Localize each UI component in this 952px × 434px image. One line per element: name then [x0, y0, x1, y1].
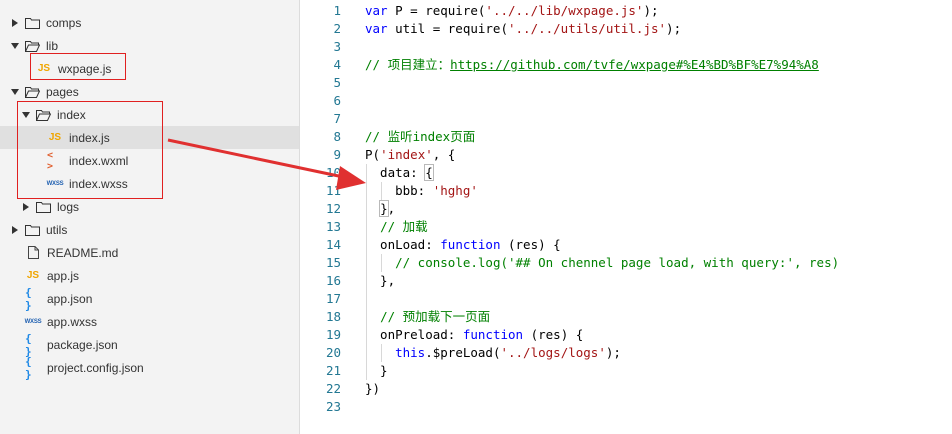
- line-number: 20: [325, 345, 341, 360]
- line-number: 21: [325, 363, 341, 378]
- tree-item-label: lib: [46, 38, 59, 53]
- line-number: 2: [333, 21, 341, 36]
- json-file-icon: { }: [25, 285, 32, 312]
- line-number: 15: [325, 255, 341, 270]
- line-number: 10: [325, 165, 341, 180]
- code-line: onLoad: function (res) {: [365, 237, 561, 252]
- chevron-down-icon[interactable]: [21, 110, 31, 120]
- chevron-right-icon[interactable]: [10, 18, 20, 28]
- js-file-icon: JS: [26, 270, 40, 281]
- json-file-icon: { }: [25, 331, 32, 358]
- line-number: 14: [325, 237, 341, 252]
- js-file-icon: JS: [48, 132, 62, 143]
- tree-item-lib[interactable]: lib: [0, 34, 299, 57]
- line-number: 4: [333, 57, 341, 72]
- tree-item-utils[interactable]: utils: [0, 218, 299, 241]
- line-number: 12: [325, 201, 341, 216]
- line-number: 19: [325, 327, 341, 342]
- tree-item-pages[interactable]: pages: [0, 80, 299, 103]
- tree-item-label: app.js: [47, 268, 80, 283]
- code-line: P('index', {: [365, 147, 456, 162]
- line-number: 7: [333, 111, 341, 126]
- tree-item-label: README.md: [47, 245, 119, 260]
- wxml-file-icon: < >: [47, 149, 54, 172]
- tree-item-label: package.json: [47, 337, 118, 352]
- tree-item-label: comps: [46, 15, 82, 30]
- code-line: },: [379, 200, 396, 217]
- js-file-icon: JS: [37, 63, 51, 74]
- line-number: 5: [333, 75, 341, 90]
- line-number: 18: [325, 309, 341, 324]
- code-line: },: [365, 273, 396, 288]
- tree-item-index-wxss[interactable]: WXSS index.wxss: [0, 172, 299, 195]
- folder-icon: [24, 223, 40, 237]
- code-line: var P = require('../../lib/wxpage.js');: [365, 3, 659, 18]
- github-link[interactable]: https://github.com/tvfe/wxpage#%E4%BD%BF…: [450, 57, 819, 72]
- chevron-down-icon[interactable]: [10, 41, 20, 51]
- code-line: // 加载: [380, 219, 428, 234]
- json-file-icon: { }: [25, 354, 32, 381]
- tree-item-label: logs: [57, 199, 80, 214]
- folder-open-icon: [24, 85, 40, 99]
- tree-item-label: app.wxss: [47, 314, 98, 329]
- tree-item-label: wxpage.js: [58, 61, 112, 76]
- code-line: // console.log('## On chennel page load,…: [395, 255, 840, 270]
- line-number: 11: [325, 183, 341, 198]
- line-number: 6: [333, 93, 341, 108]
- folder-icon: [24, 16, 40, 30]
- tree-item-label: index.wxml: [69, 153, 129, 168]
- code-line: this.$preLoad('../logs/logs');: [395, 345, 621, 360]
- code-line: }: [365, 363, 388, 378]
- tree-item-label: app.json: [47, 291, 93, 306]
- code-line: // 监听index页面: [365, 129, 476, 144]
- tree-item-label: index: [57, 107, 86, 122]
- line-number: 8: [333, 129, 341, 144]
- code-line: var util = require('../../utils/util.js'…: [365, 21, 682, 36]
- code-line: bbb: 'hghg': [365, 183, 478, 198]
- code-line: // 预加载下一页面: [380, 309, 491, 324]
- tree-item-label: pages: [46, 84, 79, 99]
- tree-item-label: index.js: [69, 130, 110, 145]
- tree-item-index-js[interactable]: JS index.js: [0, 126, 299, 149]
- tree-item-package-json[interactable]: { } package.json: [0, 331, 299, 358]
- code-line: data: {: [365, 164, 434, 181]
- tree-item-wxpage-js[interactable]: JS wxpage.js: [0, 57, 299, 80]
- file-explorer: comps lib JS wxpage.js pages index JS in…: [0, 0, 300, 434]
- code-editor[interactable]: 1 2 3 4 5 6 7 8 9 10 11 12 13 14 15 16 1…: [301, 0, 952, 434]
- tree-item-comps[interactable]: comps: [0, 11, 299, 34]
- folder-icon: [35, 200, 51, 214]
- line-number: 17: [325, 291, 341, 306]
- tree-item-label: utils: [46, 222, 68, 237]
- line-number: 23: [325, 399, 341, 414]
- tree-item-label: project.config.json: [47, 360, 144, 375]
- tree-item-label: index.wxss: [69, 176, 128, 191]
- wxss-file-icon: WXSS: [46, 180, 64, 187]
- code-line: // 项目建立：https://github.com/tvfe/wxpage#%…: [365, 57, 819, 72]
- chevron-right-icon[interactable]: [10, 225, 20, 235]
- chevron-down-icon[interactable]: [10, 87, 20, 97]
- tree-item-readme[interactable]: README.md: [0, 241, 299, 264]
- line-number: 1: [333, 3, 341, 18]
- tree-item-app-wxss[interactable]: WXSS app.wxss: [0, 310, 299, 333]
- chevron-right-icon[interactable]: [21, 202, 31, 212]
- tree-item-app-js[interactable]: JS app.js: [0, 264, 299, 287]
- tree-item-index-wxml[interactable]: < > index.wxml: [0, 149, 299, 172]
- folder-open-icon: [35, 108, 51, 122]
- line-number: 13: [325, 219, 341, 234]
- folder-open-icon: [24, 39, 40, 53]
- wxss-file-icon: WXSS: [24, 318, 42, 325]
- file-icon: [25, 246, 41, 260]
- tree-item-app-json[interactable]: { } app.json: [0, 285, 299, 312]
- line-number: 9: [333, 147, 341, 162]
- tree-item-index-folder[interactable]: index: [0, 103, 299, 126]
- code-line: onPreload: function (res) {: [365, 327, 584, 342]
- line-number: 3: [333, 39, 341, 54]
- line-number: 16: [325, 273, 341, 288]
- line-number: 22: [325, 381, 341, 396]
- tree-item-logs[interactable]: logs: [0, 195, 299, 218]
- code-line: }): [365, 381, 381, 396]
- tree-item-project-config-json[interactable]: { } project.config.json: [0, 354, 299, 381]
